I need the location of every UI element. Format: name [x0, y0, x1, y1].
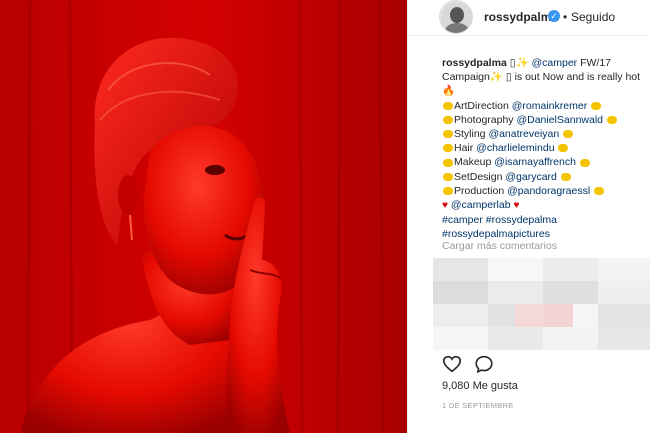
credit-role: Styling [454, 128, 489, 141]
hand-icon [560, 172, 571, 181]
caption-line-2: Campaign✨ ▯ is out Now and is really hot [442, 70, 648, 84]
post-sidebar: rossydpalma ✓ • Seguido rossydpalma ▯✨ @… [407, 0, 650, 433]
hand-icon [443, 116, 453, 125]
hand-icon [579, 158, 590, 167]
mention-camperlab[interactable]: @camperlab [451, 199, 511, 211]
header-username[interactable]: rossydpalma [484, 10, 558, 24]
mention-camper[interactable]: @camper [531, 57, 577, 69]
post-header: rossydpalma ✓ • Seguido [408, 0, 650, 36]
red-heart-icon: ♥ [513, 200, 520, 212]
credit-row: ArtDirection @romainkremer [442, 99, 648, 113]
speech-bubble-icon[interactable] [474, 355, 494, 375]
sparkle-icon: ✨ ▯ [489, 71, 512, 84]
hand-icon [443, 130, 453, 139]
hand-icon [563, 130, 574, 139]
hand-icon [558, 144, 569, 153]
hand-icon [443, 101, 453, 110]
credit-mention[interactable]: @pandoragraessl [507, 185, 590, 197]
credit-role: SetDesign [454, 170, 506, 183]
credit-row: SetDesign @garycard [442, 170, 648, 184]
hand-icon [443, 144, 453, 153]
credit-mention[interactable]: @charlielemindu [476, 142, 554, 154]
hand-icon [443, 187, 453, 196]
camperlab-line: ♥ @camperlab ♥ [442, 198, 648, 213]
hashtags-line-1[interactable]: #camper #rossydepalma [442, 213, 648, 227]
credit-row: Photography @DanielSannwald [442, 113, 648, 127]
post-actions [442, 355, 494, 375]
caption-text: FW/17 [577, 57, 611, 69]
fire-icon: 🔥 [442, 85, 456, 98]
like-count[interactable]: 9,080 Me gusta [442, 380, 518, 392]
credit-role: Hair [454, 142, 477, 155]
post-photo[interactable] [0, 0, 407, 433]
post-image [0, 0, 407, 433]
follow-status-button[interactable]: Seguido [571, 10, 615, 24]
credit-mention[interactable]: @garycard [505, 171, 557, 183]
post-caption: rossydpalma ▯✨ @camper FW/17 Campaign✨ ▯… [442, 56, 648, 242]
credit-mention[interactable]: @anatreveiyan [488, 128, 559, 140]
fire-emoji-line: 🔥 [442, 84, 648, 98]
credit-role: Makeup [454, 156, 495, 169]
credit-role: Photography [454, 113, 517, 126]
heart-outline-icon[interactable] [442, 355, 462, 375]
caption-username[interactable]: rossydpalma [442, 57, 507, 69]
caption-text: is out Now and is really hot [511, 71, 641, 84]
hand-icon [606, 116, 617, 125]
hand-icon [591, 101, 602, 110]
avatar[interactable] [439, 0, 473, 34]
red-heart-icon: ♥ [442, 200, 448, 212]
credit-row: Hair @charlielemindu [442, 141, 648, 155]
verified-badge-icon: ✓ [548, 10, 560, 22]
caption-text: Campaign [442, 71, 490, 84]
credit-row: Styling @anatreveiyan [442, 127, 648, 141]
blurred-comments [433, 258, 650, 350]
credit-mention[interactable]: @isamayaffrench [494, 156, 576, 168]
credit-row: Production @pandoragraessl [442, 184, 648, 198]
credit-role: Production [454, 184, 508, 197]
credit-mention[interactable]: @romainkremer [512, 100, 587, 112]
hand-icon [443, 172, 453, 181]
load-more-comments-link[interactable]: Cargar más comentarios [442, 240, 557, 252]
credit-role: ArtDirection [454, 99, 512, 112]
hand-icon [594, 187, 605, 196]
post-date: 1 DE SEPTIEMBRE [442, 401, 514, 410]
header-separator: • [563, 10, 568, 24]
caption-line-1: rossydpalma ▯✨ @camper FW/17 [442, 56, 648, 70]
credit-mention[interactable]: @DanielSannwald [516, 114, 603, 126]
credit-row: Makeup @isamayaffrench [442, 155, 648, 169]
emoji-icon: ▯✨ [509, 57, 532, 69]
hand-icon [443, 158, 453, 167]
